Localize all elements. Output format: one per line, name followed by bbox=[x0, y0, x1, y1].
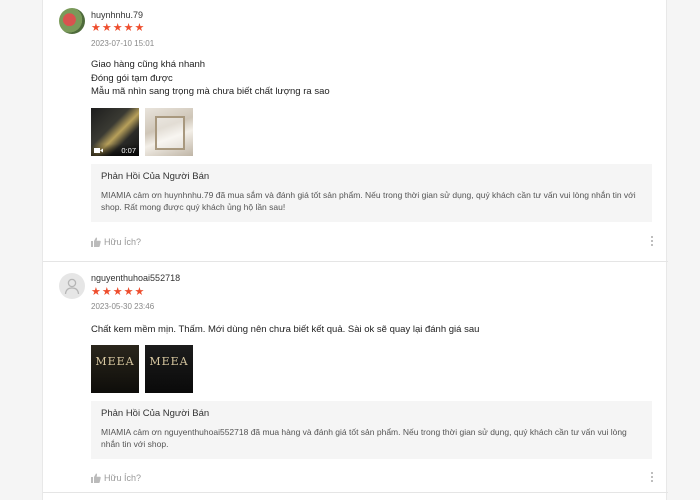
helpful-label: Hữu Ích? bbox=[104, 473, 142, 483]
review-image-thumbnail[interactable] bbox=[145, 108, 193, 156]
product-brand-mark: MEEA bbox=[95, 355, 135, 368]
star-icon: ★ bbox=[112, 22, 123, 34]
rating-stars: ★ ★ ★ ★ ★ bbox=[91, 23, 144, 34]
review-timestamp: 2023-07-10 15:01 bbox=[91, 39, 155, 48]
seller-reply-text: MIAMIA cảm ơn nguyenthuhoai552718 đã mua… bbox=[101, 427, 627, 449]
review-image-thumbnail[interactable]: MEEA bbox=[145, 345, 193, 393]
seller-reply-title: Phản Hồi Của Người Bán bbox=[101, 171, 210, 182]
more-options-icon[interactable] bbox=[650, 236, 654, 246]
review-item: nguyenthuhoai552718 ★ ★ ★ ★ ★ 2023-05-30… bbox=[43, 263, 668, 493]
default-user-icon bbox=[64, 278, 80, 295]
reviewer-username[interactable]: huynhnhu.79 bbox=[91, 10, 143, 20]
video-duration: 0:07 bbox=[121, 145, 136, 155]
thumbs-up-icon bbox=[91, 473, 101, 483]
review-media: 0:07 bbox=[91, 108, 193, 156]
seller-reply-text: MIAMIA cảm ơn huynhnhu.79 đã mua sắm và … bbox=[101, 190, 636, 212]
review-media: MEEA MEEA bbox=[91, 345, 193, 393]
review-text: Chất kem mềm mịn. Thấm. Mới dùng nên chư… bbox=[91, 323, 479, 337]
seller-reply-title: Phản Hồi Của Người Bán bbox=[101, 408, 210, 419]
review-line: Chất kem mềm mịn. Thấm. Mới dùng nên chư… bbox=[91, 324, 480, 335]
reviews-list: huynhnhu.79 ★ ★ ★ ★ ★ 2023-07-10 15:01 G… bbox=[42, 0, 668, 500]
star-icon: ★ bbox=[123, 22, 134, 34]
helpful-label: Hữu Ích? bbox=[104, 237, 142, 247]
rating-stars: ★ ★ ★ ★ ★ bbox=[91, 287, 144, 298]
more-options-icon[interactable] bbox=[650, 472, 654, 482]
seller-reply: Phản Hồi Của Người Bán MIAMIA cảm ơn ngu… bbox=[91, 401, 652, 459]
star-icon: ★ bbox=[101, 286, 112, 298]
review-line: Giao hàng cũng khá nhanh bbox=[91, 59, 206, 70]
seller-reply: Phản Hồi Của Người Bán MIAMIA cảm ơn huy… bbox=[91, 164, 652, 222]
review-item: huynhnhu.79 ★ ★ ★ ★ ★ 2023-07-10 15:01 G… bbox=[43, 0, 668, 262]
star-icon: ★ bbox=[91, 22, 101, 34]
review-text: Giao hàng cũng khá nhanh Đóng gói tạm đư… bbox=[91, 58, 330, 99]
avatar[interactable] bbox=[59, 273, 85, 299]
review-line: Mẫu mã nhìn sang trọng mà chưa biết chất… bbox=[91, 86, 330, 97]
star-icon: ★ bbox=[134, 22, 145, 34]
star-icon: ★ bbox=[101, 22, 112, 34]
thumbs-up-icon bbox=[91, 237, 101, 247]
star-icon: ★ bbox=[112, 286, 123, 298]
review-timestamp: 2023-05-30 23:46 bbox=[91, 302, 155, 311]
video-camera-icon bbox=[94, 147, 103, 153]
helpful-button[interactable]: Hữu Ích? bbox=[91, 473, 141, 483]
star-icon: ★ bbox=[123, 286, 134, 298]
star-icon: ★ bbox=[134, 286, 145, 298]
review-image-thumbnail[interactable]: MEEA bbox=[91, 345, 139, 393]
product-brand-mark: MEEA bbox=[149, 355, 189, 368]
avatar[interactable] bbox=[59, 8, 85, 34]
star-icon: ★ bbox=[91, 286, 101, 298]
reviewer-username[interactable]: nguyenthuhoai552718 bbox=[91, 273, 180, 283]
review-line: Đóng gói tạm được bbox=[91, 72, 173, 84]
video-overlay: 0:07 bbox=[91, 144, 139, 156]
helpful-button[interactable]: Hữu Ích? bbox=[91, 237, 141, 247]
review-video-thumbnail[interactable]: 0:07 bbox=[91, 108, 139, 156]
